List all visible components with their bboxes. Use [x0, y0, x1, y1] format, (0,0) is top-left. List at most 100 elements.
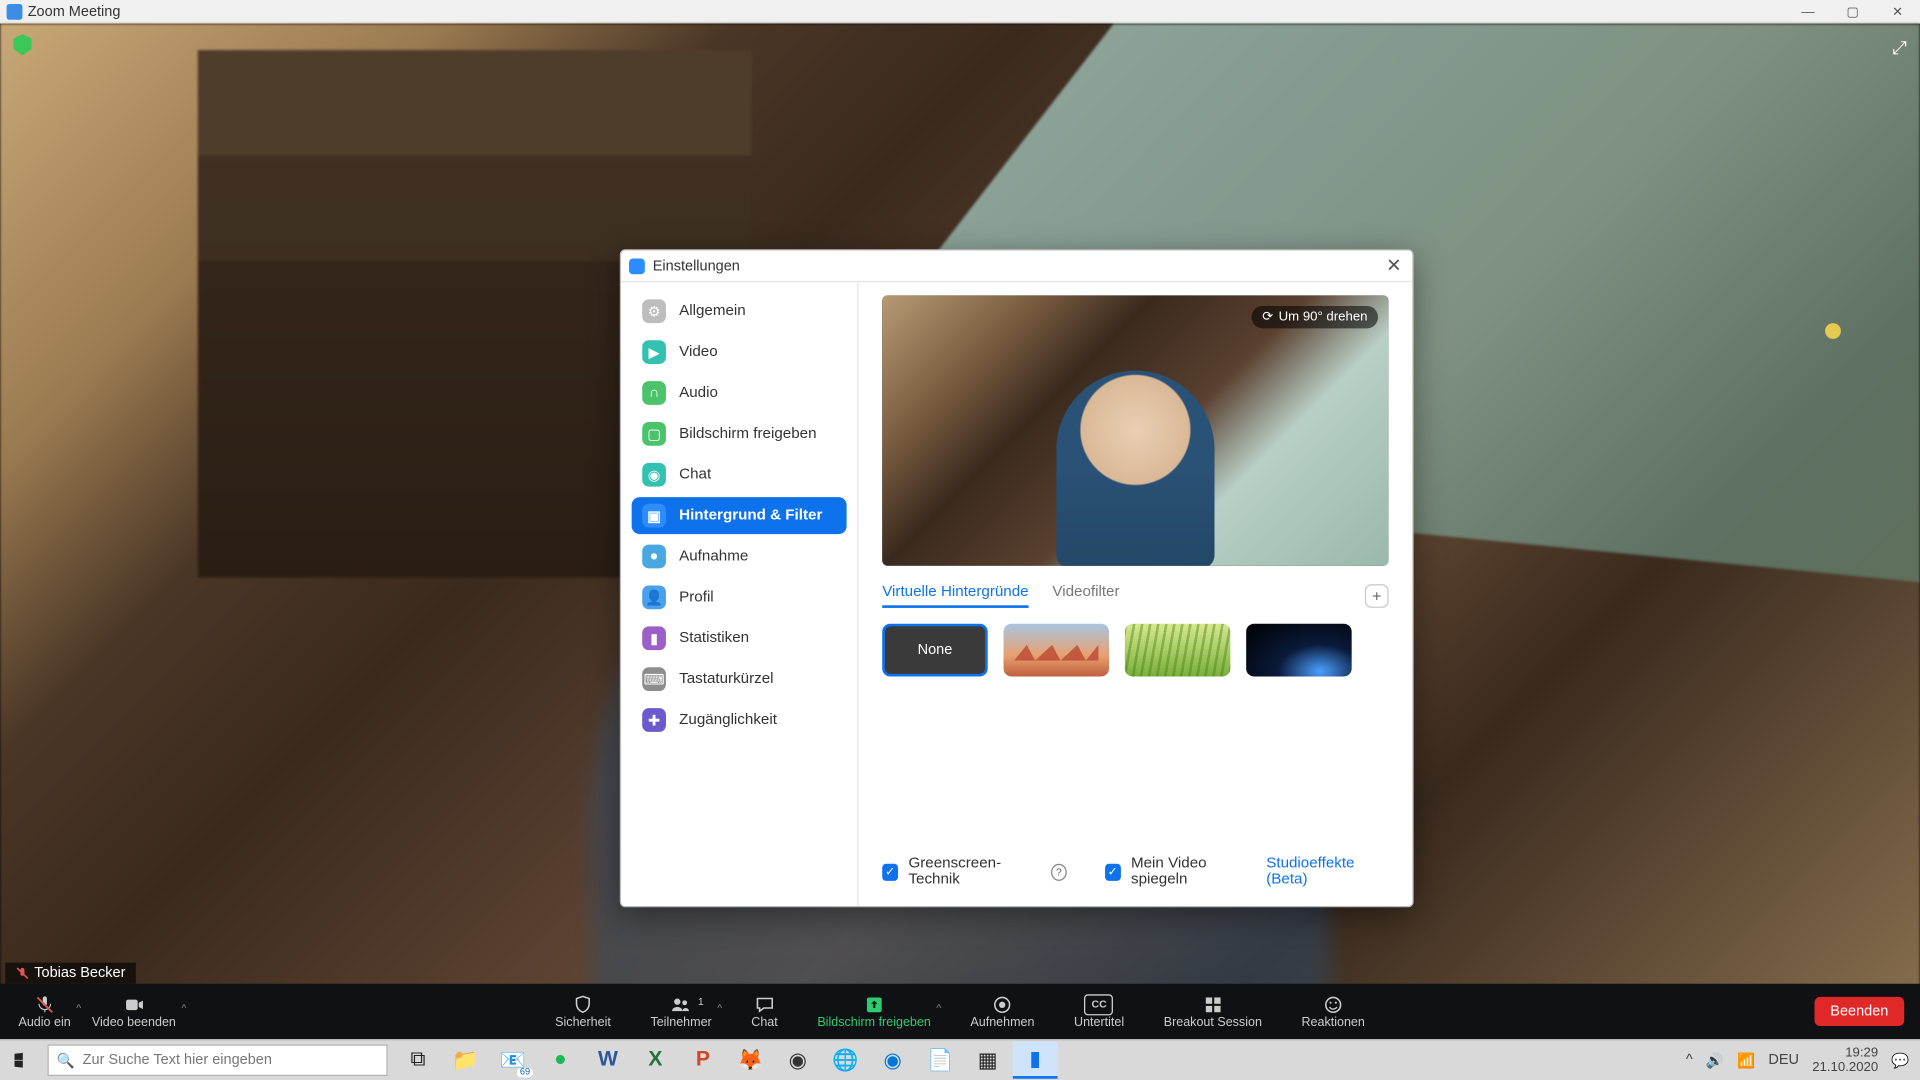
security-button[interactable]: Sicherheit	[545, 994, 622, 1030]
zoom-taskbar-icon[interactable]: ▮	[1013, 1042, 1058, 1079]
excel-icon[interactable]: X	[633, 1042, 678, 1079]
search-icon: 🔍	[57, 1052, 75, 1069]
tab-video-filters[interactable]: Videofilter	[1052, 584, 1119, 608]
cc-button[interactable]: CC Untertitel	[1063, 994, 1134, 1030]
dialog-title: Einstellungen	[653, 258, 740, 274]
window-title: Zoom Meeting	[28, 4, 121, 20]
sidebar-item-profile[interactable]: 👤 Profil	[632, 579, 847, 616]
word-icon[interactable]: W	[586, 1042, 631, 1079]
firefox-icon[interactable]: 🦊	[728, 1042, 773, 1079]
sidebar-item-accessibility[interactable]: ✚Zugänglichkeit	[632, 702, 847, 739]
participants-count: 1	[698, 995, 704, 1007]
tab-virtual-backgrounds[interactable]: Virtuelle Hintergründe	[882, 584, 1028, 608]
decor-dot	[1825, 323, 1841, 339]
chevron-up-icon[interactable]: ^	[181, 1002, 186, 1014]
bg-option-space[interactable]	[1246, 624, 1351, 677]
camera-icon: ▶	[642, 340, 666, 364]
system-tray: ^ 🔊 📶 DEU 19:29 21.10.2020 💬	[1686, 1046, 1920, 1075]
sidebar-item-share[interactable]: ▢ Bildschirm freigeben	[632, 415, 847, 452]
studio-effects-link[interactable]: Studioeffekte (Beta)	[1266, 856, 1388, 888]
record-icon	[991, 994, 1015, 1015]
sidebar-item-shortcuts[interactable]: ⌨Tastaturkürzel	[632, 661, 847, 698]
wifi-icon[interactable]: 📶	[1737, 1052, 1755, 1069]
rotate-button[interactable]: ⟳ Um 90° drehen	[1252, 306, 1378, 328]
rotate-icon: ⟳	[1262, 310, 1273, 325]
obs-icon[interactable]: ◉	[775, 1042, 820, 1079]
sidebar-item-recording[interactable]: ●Aufnahme	[632, 538, 847, 575]
window-maximize-button[interactable]: ▢	[1830, 0, 1875, 24]
settings-main-panel: ⟳ Um 90° drehen Virtuelle Hintergründe V…	[858, 282, 1412, 906]
app-icon[interactable]: ▦	[965, 1042, 1010, 1079]
share-square-icon: ▢	[642, 422, 666, 446]
sidebar-item-label: Aufnahme	[679, 549, 748, 565]
mirror-checkbox[interactable]: ✓	[1105, 863, 1121, 880]
powerpoint-icon[interactable]: P	[680, 1042, 725, 1079]
sidebar-item-label: Tastaturkürzel	[679, 671, 773, 687]
edge-icon[interactable]: ◉	[870, 1042, 915, 1079]
person-icon: 👤	[642, 586, 666, 610]
zoom-small-icon	[629, 258, 645, 274]
share-screen-button[interactable]: Bildschirm freigeben ^	[807, 994, 942, 1030]
tray-time: 19:29	[1812, 1046, 1878, 1061]
sidebar-item-audio[interactable]: ∩ Audio	[632, 375, 847, 412]
taskbar-search[interactable]: 🔍 Zur Suche Text hier eingeben	[47, 1044, 387, 1076]
chat-button[interactable]: Chat	[741, 994, 789, 1030]
reactions-button[interactable]: Reaktionen	[1291, 994, 1375, 1030]
shield-icon	[571, 994, 595, 1015]
dialog-close-button[interactable]: ✕	[1375, 251, 1412, 281]
bg-option-grass[interactable]	[1125, 624, 1230, 677]
volume-icon[interactable]: 🔊	[1706, 1052, 1724, 1069]
add-background-button[interactable]: +	[1365, 584, 1389, 608]
background-icon: ▣	[642, 504, 666, 528]
chrome-icon[interactable]: 🌐	[823, 1042, 868, 1079]
sidebar-item-statistics[interactable]: ▮Statistiken	[632, 620, 847, 657]
fullscreen-icon[interactable]: ⤢	[1892, 37, 1907, 59]
chat-label: Chat	[751, 1015, 777, 1030]
settings-footer: ✓ Greenscreen-Technik ? ✓ Mein Video spi…	[882, 856, 1388, 888]
bars-icon: ▮	[642, 626, 666, 650]
audio-button[interactable]: Audio ein ^	[8, 994, 81, 1030]
sidebar-item-video[interactable]: ▶ Video	[632, 334, 847, 371]
headset-icon: ∩	[642, 381, 666, 405]
breakout-label: Breakout Session	[1164, 1015, 1262, 1030]
mic-icon	[33, 994, 57, 1015]
accessibility-icon: ✚	[642, 708, 666, 732]
end-meeting-button[interactable]: Beenden	[1814, 997, 1904, 1026]
sidebar-item-label: Audio	[679, 385, 718, 401]
window-close-button[interactable]: ✕	[1875, 0, 1920, 24]
window-minimize-button[interactable]: —	[1786, 0, 1831, 24]
spotify-icon[interactable]: ●	[538, 1042, 583, 1079]
chevron-up-icon[interactable]: ^	[717, 1002, 722, 1014]
windows-taskbar: 🔍 Zur Suche Text hier eingeben ⧉ 📁 📧 ● W…	[0, 1039, 1920, 1080]
sidebar-item-label: Bildschirm freigeben	[679, 426, 816, 442]
participant-name-label: Tobias Becker	[34, 965, 125, 981]
windows-icon	[15, 1051, 33, 1069]
sidebar-item-general[interactable]: ⚙Allgemein	[632, 293, 847, 330]
tray-clock[interactable]: 19:29 21.10.2020	[1812, 1046, 1878, 1075]
tray-chevron-icon[interactable]: ^	[1686, 1052, 1693, 1068]
video-button[interactable]: Video beenden ^	[81, 994, 186, 1030]
gear-icon: ⚙	[642, 299, 666, 323]
record-button[interactable]: Aufnehmen	[960, 994, 1045, 1030]
security-label: Sicherheit	[555, 1015, 611, 1030]
notepad-icon[interactable]: 📄	[918, 1042, 963, 1079]
sidebar-item-label: Video	[679, 344, 718, 360]
mail-icon[interactable]: 📧	[491, 1042, 536, 1079]
settings-dialog: Einstellungen ✕ ⚙Allgemein ▶ Video ∩ Audio…	[620, 249, 1414, 907]
participants-button[interactable]: 1 Teilnehmer ^	[640, 994, 722, 1030]
breakout-button[interactable]: Breakout Session	[1153, 994, 1272, 1030]
sidebar-item-background-filter[interactable]: ▣ Hintergrund & Filter	[632, 497, 847, 534]
chevron-up-icon[interactable]: ^	[936, 1002, 941, 1014]
bg-option-none[interactable]: None	[882, 624, 987, 677]
info-icon[interactable]: ?	[1051, 863, 1067, 880]
bg-option-bridge[interactable]	[1004, 624, 1109, 677]
notifications-icon[interactable]: 💬	[1891, 1052, 1909, 1069]
start-button[interactable]	[0, 1040, 47, 1080]
explorer-icon[interactable]: 📁	[443, 1042, 488, 1079]
sidebar-item-label: Hintergrund & Filter	[679, 508, 822, 524]
task-view-icon[interactable]: ⧉	[396, 1042, 441, 1079]
greenscreen-checkbox[interactable]: ✓	[882, 863, 898, 880]
language-indicator[interactable]: DEU	[1768, 1052, 1799, 1068]
sidebar-item-label: Profil	[679, 589, 714, 605]
sidebar-item-chat[interactable]: ◉Chat	[632, 456, 847, 493]
